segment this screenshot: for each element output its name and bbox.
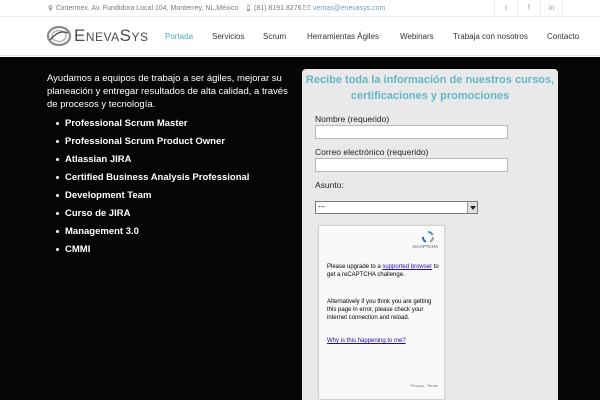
captcha-message-alternative: Alternatively if you think you are getti… (327, 299, 432, 321)
why-happening-link[interactable]: Why is this happening to me? (327, 338, 406, 344)
envelope-icon (303, 5, 310, 10)
captcha-msg-text: Please upgrade to a (327, 264, 383, 270)
logo-text: EnevaSys (74, 26, 149, 45)
site-header: EnevaSys Portada Servicios Scrum Herrami… (0, 17, 600, 56)
facebook-icon: f (528, 5, 530, 12)
email-info: ventas@enevasys.com (303, 5, 385, 12)
phone-text: (81) 8191 8276 (254, 5, 302, 12)
list-item: Atlassian JIRA (56, 154, 249, 172)
name-label: Nombre (requerido) (315, 114, 390, 124)
twitter-icon: t (505, 5, 507, 12)
list-item: Curso de JIRA (56, 208, 249, 226)
top-info-bar: Cintermex. Av. Fundidora Local 104, Mont… (0, 0, 600, 17)
name-field[interactable] (315, 125, 508, 139)
form-title: Recibe toda la información de nuestros c… (305, 74, 555, 102)
captcha-message-upgrade: Please upgrade to a supported browser to… (327, 263, 439, 279)
linkedin-icon: in (548, 5, 555, 12)
nav-servicios[interactable]: Servicios (212, 32, 244, 41)
linkedin-link[interactable]: in (540, 0, 563, 17)
subscribe-form: Recibe toda la información de nuestros c… (302, 69, 558, 400)
subject-select[interactable]: --- (315, 201, 478, 214)
phone-icon (247, 5, 250, 11)
chevron-down-icon (467, 202, 477, 213)
email-link[interactable]: ventas@enevasys.com (313, 5, 385, 12)
courses-list: Professional Scrum Master Professional S… (56, 118, 249, 262)
recaptcha-icon (422, 231, 435, 243)
hero-section: Ayudamos a equipos de trabajo a ser ágil… (0, 57, 600, 400)
twitter-link[interactable]: t (494, 0, 517, 17)
list-item: Certified Business Analysis Professional (56, 172, 249, 190)
site-logo[interactable]: EnevaSys (47, 25, 148, 47)
email-field[interactable] (315, 158, 508, 172)
nav-trabaja-con-nosotros[interactable]: Trabaja con nosotros (453, 32, 528, 41)
email-label: Correo electrónico (requerido) (315, 147, 429, 157)
supported-browser-link[interactable]: supported browser (382, 264, 432, 270)
list-item: Professional Scrum Master (56, 118, 249, 136)
phone-info: (81) 8191 8276 (246, 5, 301, 12)
subject-selected-value: --- (318, 204, 325, 211)
facebook-link[interactable]: f (517, 0, 540, 17)
nav-contacto[interactable]: Contacto (547, 32, 579, 41)
nav-scrum[interactable]: Scrum (263, 32, 286, 41)
list-item: Professional Scrum Product Owner (56, 136, 249, 154)
list-item: Development Team (56, 190, 249, 208)
list-item: Management 3.0 (56, 226, 249, 244)
nav-portada[interactable]: Portada (165, 32, 193, 41)
captcha-message-why: Why is this happening to me? (327, 337, 439, 345)
address-info: Cintermex. Av. Fundidora Local 104, Mont… (48, 5, 238, 12)
recaptcha-label: reCAPTCHA (412, 244, 438, 249)
nav-herramientas-agiles[interactable]: Herramientas Ágiles (307, 32, 379, 41)
enevasys-logo-icon (47, 25, 71, 47)
nav-webinars[interactable]: Webinars (400, 32, 434, 41)
captcha-privacy-terms[interactable]: Privacy - Terms (411, 383, 438, 388)
address-text: Cintermex. Av. Fundidora Local 104, Mont… (56, 5, 239, 12)
list-item: CMMI (56, 244, 249, 262)
subject-label: Asunto: (315, 180, 344, 190)
recaptcha-widget: reCAPTCHA Please upgrade to a supported … (318, 225, 445, 400)
intro-text: Ayudamos a equipos de trabajo a ser ágil… (47, 73, 288, 110)
map-pin-icon (48, 5, 53, 11)
